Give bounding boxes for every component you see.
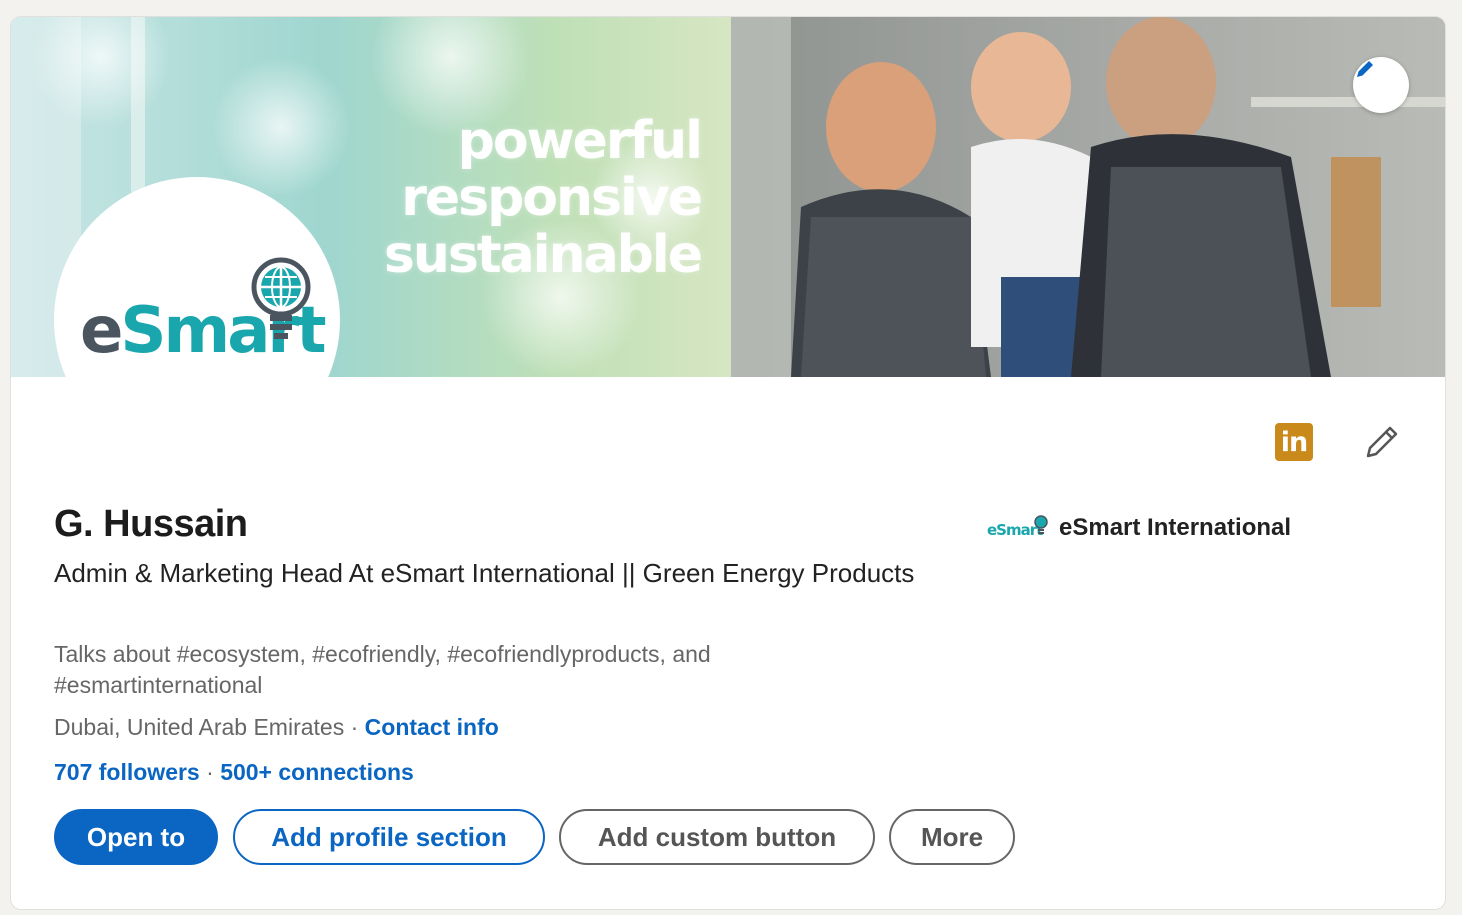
add-profile-section-button[interactable]: Add profile section — [233, 809, 545, 865]
separator: · — [344, 714, 365, 740]
open-to-button[interactable]: Open to — [54, 809, 218, 865]
profile-headline: Admin & Marketing Head At eSmart Interna… — [54, 558, 915, 588]
banner-tagline: powerful responsive sustainable — [371, 111, 703, 285]
linkedin-icon[interactable]: in — [1275, 423, 1313, 461]
company-link[interactable]: eSmart eSmart International — [987, 513, 1291, 543]
company-logo: eSmart — [987, 513, 1048, 543]
tagline-line: responsive — [401, 168, 703, 228]
pencil-icon — [1357, 61, 1373, 77]
tagline-line: sustainable — [383, 225, 703, 285]
talks-about: Talks about #ecosystem, #ecofriendly, #e… — [54, 641, 711, 698]
logo-e: e — [80, 294, 123, 368]
edit-banner-button[interactable] — [1353, 57, 1409, 113]
company-name: eSmart International — [1059, 514, 1292, 541]
followers-link[interactable]: 707 followers — [54, 759, 200, 785]
pencil-icon — [1366, 426, 1398, 458]
more-button[interactable]: More — [889, 809, 1015, 865]
profile-name: G. Hussain — [54, 503, 248, 545]
globe-bulb-icon — [1034, 515, 1048, 534]
separator: · — [199, 759, 221, 785]
add-custom-button[interactable]: Add custom button — [559, 809, 875, 865]
globe-bulb-icon — [251, 257, 311, 339]
connections-link[interactable]: 500+ connections — [220, 759, 414, 785]
location-line: Dubai, United Arab Emirates · Contact in… — [54, 714, 499, 741]
edit-intro-button[interactable] — [1359, 419, 1405, 465]
location-text: Dubai, United Arab Emirates — [54, 714, 345, 740]
profile-card: powerful responsive sustainable eSmart i… — [11, 17, 1445, 909]
avatar[interactable]: eSmart — [54, 177, 340, 463]
stats-line: 707 followers · 500+ connections — [54, 759, 414, 786]
tagline-line: powerful — [457, 111, 703, 171]
contact-info-link[interactable]: Contact info — [365, 714, 499, 740]
